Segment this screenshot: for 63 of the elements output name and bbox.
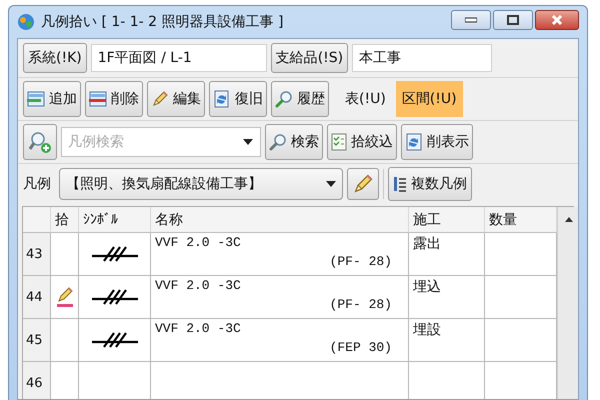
- toolbar-button[interactable]: 削除: [85, 81, 143, 117]
- value-field[interactable]: 1F平面図 / L-1: [90, 44, 267, 72]
- search-field[interactable]: 凡例検索: [61, 127, 261, 157]
- construction-method: 埋設: [413, 322, 441, 338]
- cable-name: VVF 2.0 -3C: [155, 321, 242, 336]
- document-refresh-icon: [213, 90, 231, 108]
- column-header[interactable]: ｼﾝﾎﾞﾙ: [79, 207, 151, 233]
- row-number: 46: [23, 362, 51, 399]
- cable-name: VVF 2.0 -3C: [155, 278, 242, 293]
- close-icon: [551, 14, 563, 26]
- app-logo-icon: [17, 13, 35, 31]
- close-button[interactable]: [535, 10, 579, 30]
- conduit-spec: (PF- 28): [330, 297, 392, 312]
- search-icon: [275, 90, 293, 108]
- search-add-icon: [28, 130, 52, 154]
- conduit-spec: (PF- 28): [330, 254, 392, 269]
- legend-dropdown[interactable]: 【照明、換気扇配線設備工事】: [59, 168, 343, 200]
- toolbar-button[interactable]: 履歴: [271, 81, 329, 117]
- minimize-icon: [465, 17, 477, 23]
- caret-icon[interactable]: [243, 139, 253, 145]
- list-add-icon: [27, 90, 45, 108]
- minimize-button[interactable]: [451, 10, 491, 30]
- search-toolbar-button[interactable]: 拾絞込: [327, 124, 397, 160]
- multi-legend-button[interactable]: 複数凡例: [388, 167, 472, 201]
- document-refresh-icon: [405, 133, 423, 151]
- construction-method: 露出: [413, 236, 441, 252]
- scrollbar[interactable]: [557, 207, 578, 399]
- pencil-icon: [352, 173, 374, 195]
- row-number: 43: [23, 233, 51, 276]
- search-toolbar-button[interactable]: 検索: [265, 124, 323, 160]
- legend-label: 凡例: [23, 175, 51, 193]
- add-search-button[interactable]: [23, 124, 57, 160]
- checklist-icon: [331, 133, 347, 151]
- row-number: 44: [23, 276, 51, 319]
- pencil-icon: [151, 90, 169, 108]
- row-number: 45: [23, 319, 51, 362]
- toolbar-button[interactable]: 編集: [147, 81, 205, 117]
- column-header[interactable]: 数量: [485, 207, 557, 233]
- list-remove-icon: [89, 90, 107, 108]
- column-header[interactable]: 拾: [51, 207, 79, 233]
- search-icon: [269, 133, 287, 151]
- search-toolbar-button[interactable]: 削表示: [401, 124, 473, 160]
- maximize-icon: [507, 15, 519, 25]
- filter-button[interactable]: 系統(!K): [23, 43, 87, 73]
- construction-method: 埋込: [413, 279, 441, 295]
- toolbar-button[interactable]: 復旧: [209, 81, 267, 117]
- cable-name: VVF 2.0 -3C: [155, 235, 242, 250]
- edit-legend-button[interactable]: [347, 168, 379, 200]
- pencil-icon: [56, 286, 74, 308]
- wiring-symbol-icon: [90, 246, 140, 262]
- wiring-symbol-icon: [90, 332, 140, 348]
- mode-toggle[interactable]: 表(!U): [339, 81, 392, 117]
- maximize-button[interactable]: [493, 10, 533, 30]
- wiring-symbol-icon: [90, 289, 140, 305]
- list-icon: [393, 176, 407, 192]
- value-field[interactable]: 本工事: [352, 44, 492, 72]
- window-title: 凡例拾い [ 1- 1- 2 照明器具設備工事 ]: [41, 13, 284, 31]
- column-header[interactable]: 名称: [151, 207, 409, 233]
- mode-toggle[interactable]: 区間(!U): [396, 81, 463, 117]
- filter-button[interactable]: 支給品(!S): [270, 43, 348, 73]
- toolbar-button[interactable]: 追加: [23, 81, 81, 117]
- column-header[interactable]: 施工: [409, 207, 485, 233]
- conduit-spec: (FEP 30): [330, 340, 392, 355]
